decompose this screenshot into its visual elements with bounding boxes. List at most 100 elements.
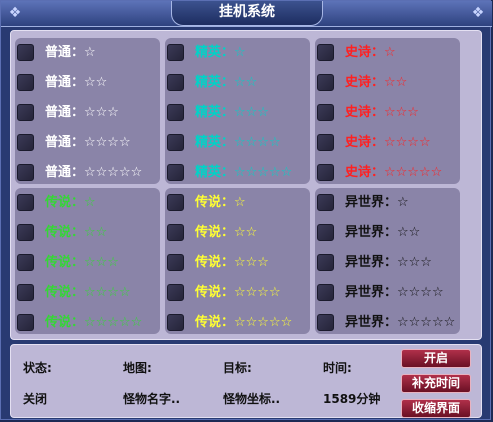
option-row[interactable]: 异世界：☆☆☆☆☆	[315, 312, 485, 336]
title-bar[interactable]: ❖ 挂机系统 ❖	[1, 1, 492, 27]
checkbox[interactable]	[167, 104, 184, 121]
option-row[interactable]: 传说：☆☆☆	[165, 252, 335, 276]
option-row[interactable]: 普通：☆☆	[15, 72, 185, 96]
option-row[interactable]: 传说：☆	[15, 192, 185, 216]
option-label: 精英：☆☆	[195, 75, 258, 90]
checkbox[interactable]	[167, 194, 184, 211]
checkbox[interactable]	[17, 284, 34, 301]
checkbox[interactable]	[17, 254, 34, 271]
checkbox[interactable]	[17, 314, 34, 331]
checkbox[interactable]	[17, 134, 34, 151]
panel-chuanshuo: 传说：☆ 传说：☆☆ 传说：☆☆☆ 传说：☆☆☆☆ 传说：☆☆☆☆☆	[15, 188, 160, 334]
checkbox[interactable]	[167, 164, 184, 181]
option-label: 传说：☆☆☆☆☆	[45, 315, 143, 330]
option-label: 普通：☆☆	[45, 75, 108, 90]
option-label: 普通：☆☆☆	[45, 105, 119, 120]
option-row[interactable]: 异世界：☆	[315, 192, 485, 216]
option-row[interactable]: 传说：☆	[165, 192, 335, 216]
option-row[interactable]: 传说：☆☆	[165, 222, 335, 246]
option-row[interactable]: 史诗：☆☆☆	[315, 102, 485, 126]
checkbox[interactable]	[317, 284, 334, 301]
checkbox[interactable]	[317, 104, 334, 121]
checkbox[interactable]	[167, 254, 184, 271]
option-label: 史诗：☆☆☆☆☆	[345, 165, 443, 180]
option-row[interactable]: 史诗：☆	[315, 42, 485, 66]
option-label: 史诗：☆☆☆	[345, 105, 419, 120]
option-row[interactable]: 精英：☆☆	[165, 72, 335, 96]
option-label: 普通：☆☆☆☆☆	[45, 165, 143, 180]
panel-chuanqi: 传说：☆ 传说：☆☆ 传说：☆☆☆ 传说：☆☆☆☆ 传说：☆☆☆☆☆	[165, 188, 310, 334]
checkbox[interactable]	[17, 104, 34, 121]
checkbox[interactable]	[167, 134, 184, 151]
option-label: 传说：☆☆☆☆	[45, 285, 131, 300]
option-row[interactable]: 史诗：☆☆	[315, 72, 485, 96]
option-row[interactable]: 异世界：☆☆☆	[315, 252, 485, 276]
target-label: 目标:	[223, 361, 252, 375]
time-value: 1589分钟	[323, 392, 381, 406]
checkbox[interactable]	[17, 224, 34, 241]
hangup-window: ❖ 挂机系统 ❖ 普通：☆ 普通：☆☆ 普通：☆☆☆ 普通：☆☆☆☆ 普通：☆☆…	[0, 0, 492, 420]
panel-yishijie: 异世界：☆ 异世界：☆☆ 异世界：☆☆☆ 异世界：☆☆☆☆ 异世界：☆☆☆☆☆	[315, 188, 460, 334]
map-label: 地图:	[123, 361, 152, 375]
option-label: 传说：☆☆	[45, 225, 108, 240]
checkbox[interactable]	[317, 44, 334, 61]
option-row[interactable]: 传说：☆☆☆	[15, 252, 185, 276]
checkbox[interactable]	[317, 164, 334, 181]
option-row[interactable]: 精英：☆☆☆☆☆	[165, 162, 335, 186]
checkbox[interactable]	[17, 194, 34, 211]
checkbox[interactable]	[167, 224, 184, 241]
option-row[interactable]: 精英：☆	[165, 42, 335, 66]
time-label: 时间:	[323, 361, 352, 375]
option-label: 异世界：☆	[345, 195, 409, 210]
option-row[interactable]: 普通：☆☆☆☆☆	[15, 162, 185, 186]
option-label: 普通：☆☆☆☆	[45, 135, 131, 150]
option-row[interactable]: 传说：☆☆☆☆	[165, 282, 335, 306]
option-label: 传说：☆☆	[195, 225, 258, 240]
checkbox[interactable]	[17, 44, 34, 61]
panel-putong: 普通：☆ 普通：☆☆ 普通：☆☆☆ 普通：☆☆☆☆ 普通：☆☆☆☆☆	[15, 38, 160, 184]
option-label: 传说：☆☆☆☆	[195, 285, 281, 300]
option-row[interactable]: 普通：☆☆☆☆	[15, 132, 185, 156]
checkbox[interactable]	[167, 314, 184, 331]
checkbox[interactable]	[317, 194, 334, 211]
checkbox[interactable]	[317, 134, 334, 151]
checkbox[interactable]	[17, 74, 34, 91]
option-label: 传说：☆	[195, 195, 246, 210]
panel-shishi: 史诗：☆ 史诗：☆☆ 史诗：☆☆☆ 史诗：☆☆☆☆ 史诗：☆☆☆☆☆	[315, 38, 460, 184]
option-label: 精英：☆☆☆	[195, 105, 269, 120]
option-row[interactable]: 传说：☆☆☆☆☆	[15, 312, 185, 336]
checkbox[interactable]	[317, 74, 334, 91]
option-label: 传说：☆☆☆	[195, 255, 269, 270]
option-label: 异世界：☆☆☆☆☆	[345, 315, 456, 330]
checkbox[interactable]	[317, 224, 334, 241]
checkbox[interactable]	[167, 44, 184, 61]
option-row[interactable]: 传说：☆☆	[15, 222, 185, 246]
option-label: 异世界：☆☆☆☆	[345, 285, 444, 300]
option-row[interactable]: 传说：☆☆☆☆	[15, 282, 185, 306]
option-label: 传说：☆	[45, 195, 96, 210]
option-label: 普通：☆	[45, 45, 96, 60]
option-row[interactable]: 传说：☆☆☆☆☆	[165, 312, 335, 336]
option-label: 传说：☆☆☆☆☆	[195, 315, 293, 330]
start-button[interactable]: 开启	[401, 349, 471, 368]
panel-jingying: 精英：☆ 精英：☆☆ 精英：☆☆☆ 精英：☆☆☆☆ 精英：☆☆☆☆☆	[165, 38, 310, 184]
option-label: 传说：☆☆☆	[45, 255, 119, 270]
add-time-button[interactable]: 补充时间	[401, 374, 471, 393]
collapse-button[interactable]: 收缩界面	[401, 399, 471, 418]
option-row[interactable]: 普通：☆	[15, 42, 185, 66]
checkbox[interactable]	[317, 314, 334, 331]
option-row[interactable]: 异世界：☆☆	[315, 222, 485, 246]
option-row[interactable]: 普通：☆☆☆	[15, 102, 185, 126]
checkbox[interactable]	[167, 284, 184, 301]
status-area: 状态: 地图: 目标: 时间: 关闭 怪物名字.. 怪物坐标.. 1589分钟 …	[10, 344, 482, 418]
checkbox[interactable]	[167, 74, 184, 91]
state-label: 状态:	[23, 361, 52, 375]
checkbox[interactable]	[317, 254, 334, 271]
option-row[interactable]: 史诗：☆☆☆☆☆	[315, 162, 485, 186]
checkbox[interactable]	[17, 164, 34, 181]
option-row[interactable]: 史诗：☆☆☆☆	[315, 132, 485, 156]
ornament-icon: ❖	[471, 5, 485, 21]
option-row[interactable]: 异世界：☆☆☆☆	[315, 282, 485, 306]
option-row[interactable]: 精英：☆☆☆☆	[165, 132, 335, 156]
option-row[interactable]: 精英：☆☆☆	[165, 102, 335, 126]
